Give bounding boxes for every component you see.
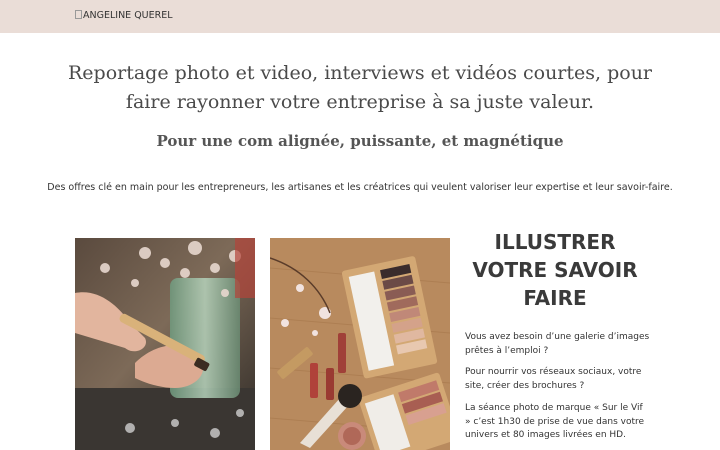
logo-alt-text: ANGELINE QUEREL xyxy=(83,10,173,21)
section-paragraph-1: Vous avez besoin d’une galerie d’images … xyxy=(465,332,650,356)
section-paragraph-2: Pour nourrir vos réseaux sociaux, votre … xyxy=(465,367,642,391)
broken-image-icon xyxy=(75,10,82,19)
hero-subtitle: Pour une com alignée, puissante, et magn… xyxy=(156,132,564,150)
section-paragraph-3: La séance photo de marque « Sur le Vif »… xyxy=(465,403,645,440)
hands-cosmetic-pencil-photo xyxy=(75,238,255,450)
hero-description: Des offres clé en main pour les entrepre… xyxy=(47,182,673,193)
site-logo[interactable]: ANGELINE QUEREL xyxy=(75,10,173,21)
makeup-palette-flatlay-photo xyxy=(270,238,450,450)
hero-title: Reportage photo et video, interviews et … xyxy=(67,62,653,113)
site-header: ANGELINE QUEREL xyxy=(0,0,720,33)
section-heading: ILLUSTRER VOTRE SAVOIR FAIRE xyxy=(472,230,638,310)
